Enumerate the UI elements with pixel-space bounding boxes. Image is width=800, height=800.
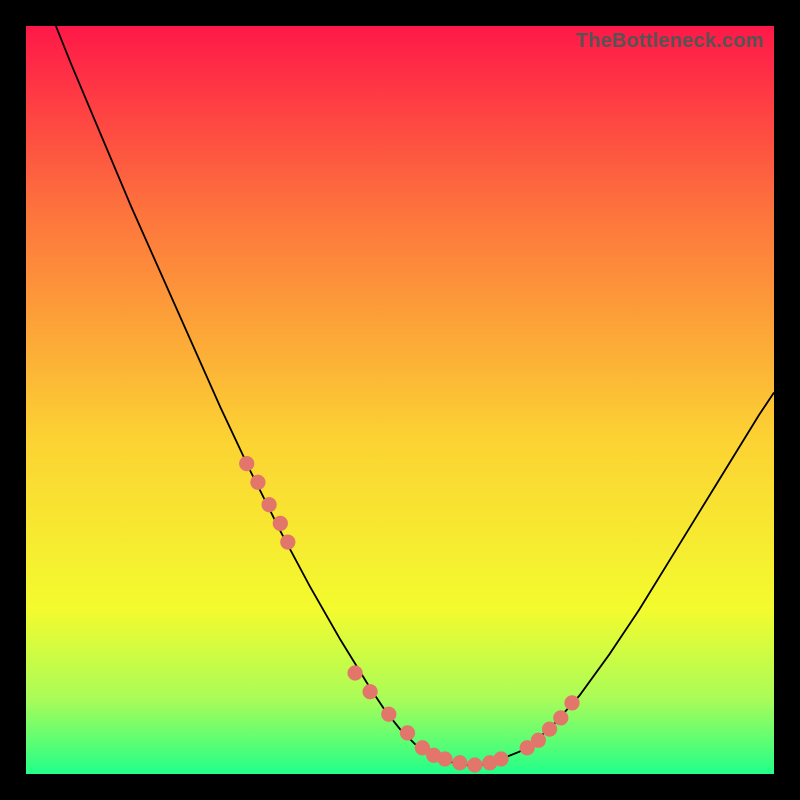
bottleneck-chart <box>26 26 774 774</box>
data-marker <box>531 733 546 748</box>
data-marker <box>280 535 295 550</box>
gradient-background <box>26 26 774 774</box>
data-marker <box>467 758 482 773</box>
data-marker <box>565 695 580 710</box>
data-marker <box>239 456 254 471</box>
data-marker <box>494 752 509 767</box>
watermark-text: TheBottleneck.com <box>576 30 764 53</box>
data-marker <box>542 722 557 737</box>
data-marker <box>273 516 288 531</box>
data-marker <box>452 755 467 770</box>
data-marker <box>437 752 452 767</box>
data-marker <box>553 710 568 725</box>
chart-frame: TheBottleneck.com <box>26 26 774 774</box>
data-marker <box>348 666 363 681</box>
data-marker <box>363 684 378 699</box>
data-marker <box>262 497 277 512</box>
data-marker <box>381 707 396 722</box>
data-marker <box>250 475 265 490</box>
data-marker <box>400 725 415 740</box>
